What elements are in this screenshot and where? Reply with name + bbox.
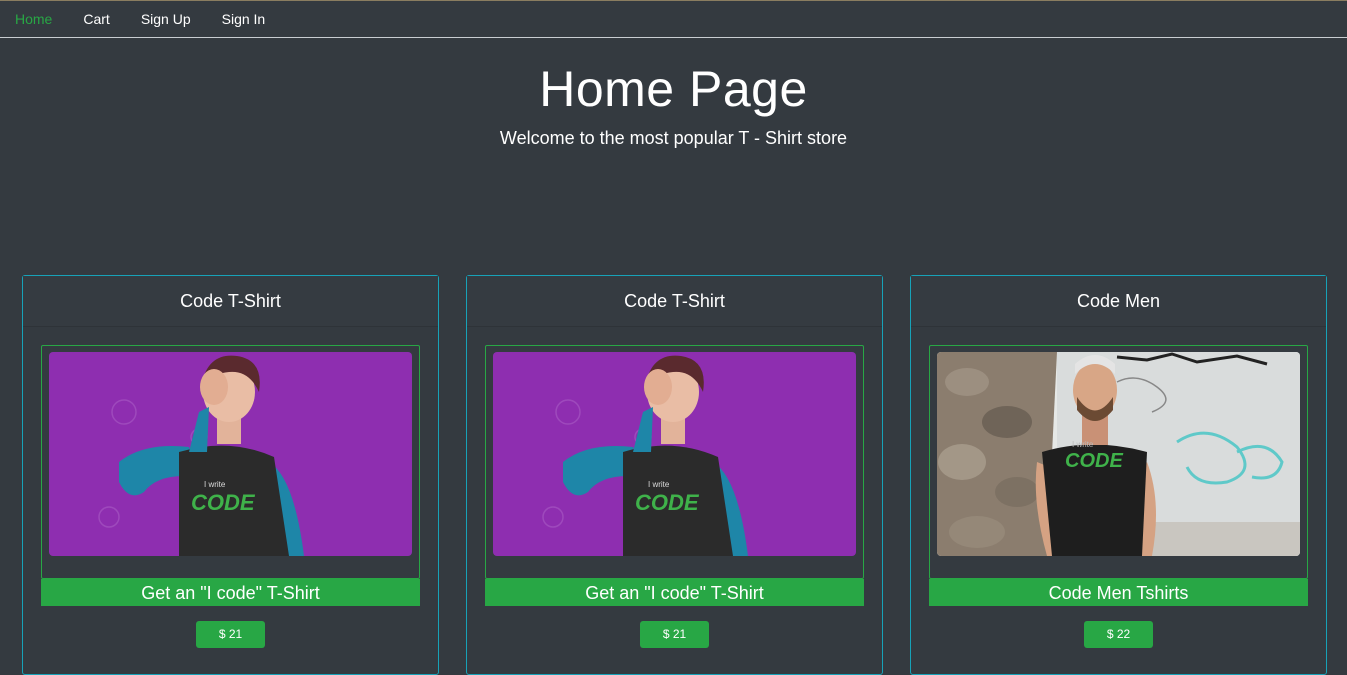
price-button[interactable]: $ 21 — [640, 621, 709, 648]
shirt-print-big: CODE — [635, 490, 700, 515]
product-title: Code Men Tshirts — [929, 579, 1308, 606]
product-image-frame: I write CODE — [929, 345, 1308, 579]
product-image[interactable]: I write CODE — [937, 352, 1300, 556]
product-card-header: Code T-Shirt — [23, 276, 438, 327]
page-subtitle: Welcome to the most popular T - Shirt st… — [499, 128, 848, 148]
product-title: Get an "I code" T-Shirt — [41, 579, 420, 606]
price-button[interactable]: $ 21 — [196, 621, 265, 648]
product-card: Code T-Shirt I write CODE Get an "I code… — [22, 275, 439, 675]
product-image-frame: I write CODE — [41, 345, 420, 579]
navbar: Home Cart Sign Up Sign In — [0, 1, 1347, 38]
product-image[interactable]: I write CODE — [493, 352, 856, 556]
shirt-print-big: CODE — [1065, 450, 1123, 472]
price-button[interactable]: $ 22 — [1084, 621, 1153, 648]
product-title: Get an "I code" T-Shirt — [485, 579, 864, 606]
product-card-header: Code T-Shirt — [467, 276, 882, 327]
product-card: Code T-Shirt I write CODE Get an "I code… — [466, 275, 883, 675]
shirt-print-small: I write — [204, 480, 226, 489]
shirt-print-big: CODE — [191, 490, 256, 515]
product-card: Code Men I write CODE Code Men Tshirts $… — [910, 275, 1327, 675]
product-image[interactable]: I write CODE — [49, 352, 412, 556]
product-image-frame: I write CODE — [485, 345, 864, 579]
nav-signup-link[interactable]: Sign Up — [141, 1, 191, 37]
product-card-header: Code Men — [911, 276, 1326, 327]
nav-cart-link[interactable]: Cart — [83, 1, 109, 37]
page-title: Home Page — [539, 61, 808, 117]
nav-home-link[interactable]: Home — [15, 1, 52, 37]
shirt-print-small: I write — [1072, 440, 1094, 449]
nav-signin-link[interactable]: Sign In — [222, 1, 266, 37]
shirt-print-small: I write — [648, 480, 670, 489]
